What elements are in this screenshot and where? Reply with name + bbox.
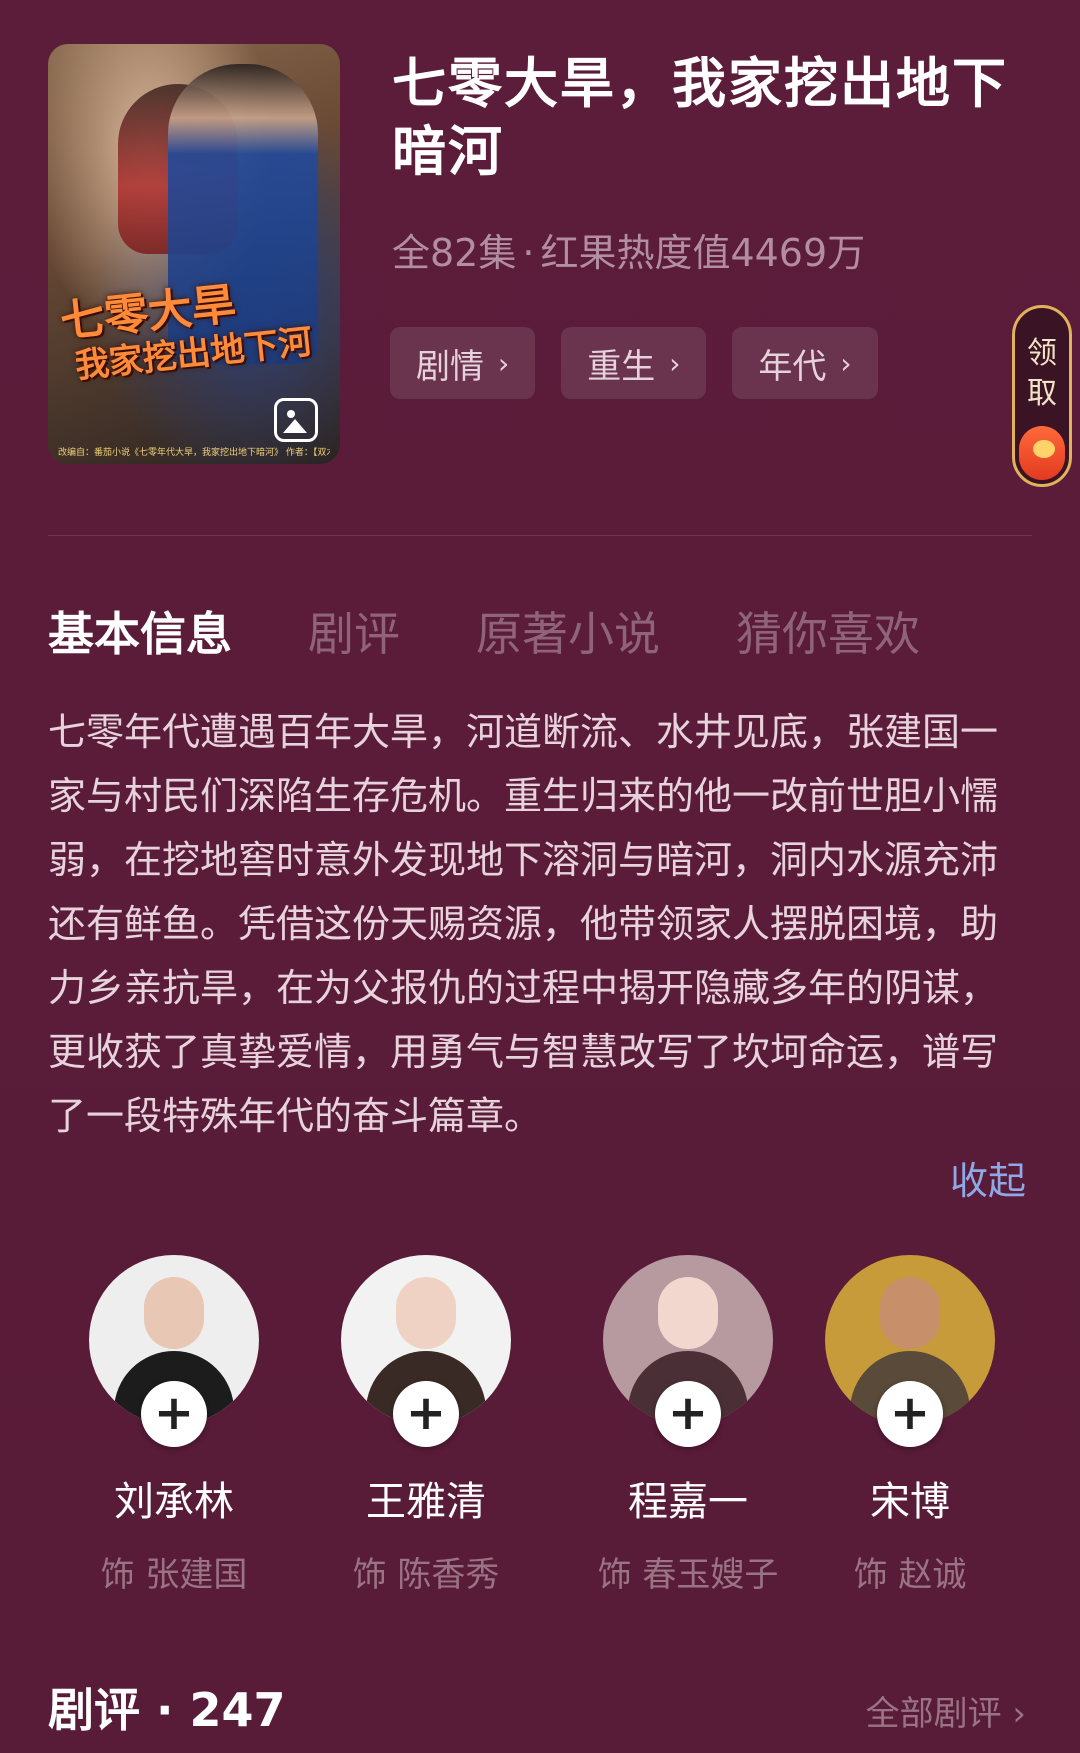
cast-member[interactable]: + 宋博 饰 赵诚	[790, 1255, 1030, 1595]
plus-icon[interactable]: +	[655, 1381, 721, 1447]
reviews-section-title: 剧评 · 247	[48, 1683, 286, 1737]
tab-bar: 基本信息 剧评 原著小说 猜你喜欢	[48, 598, 920, 664]
tab-basic-info[interactable]: 基本信息	[48, 598, 232, 664]
cast-member[interactable]: + 程嘉一 饰 春玉嫂子	[568, 1255, 808, 1595]
cast-name: 刘承林	[114, 1479, 234, 1525]
section-divider	[48, 535, 1032, 536]
chevron-right-icon: ›	[498, 346, 510, 380]
cast-role: 饰 赵诚	[853, 1555, 967, 1595]
claim-reward-label: 领取	[1027, 336, 1057, 411]
cast-member[interactable]: + 王雅清 饰 陈香秀	[306, 1255, 546, 1595]
cast-name: 宋博	[870, 1479, 950, 1525]
cover-title-art: 七零大旱 我家挖出地下河	[57, 278, 315, 387]
episode-count: 全82集	[392, 231, 517, 275]
coin-purse-icon	[1019, 426, 1065, 480]
all-reviews-link[interactable]: 全部剧评 ›	[866, 1686, 1026, 1735]
drama-title: 七零大旱，我家挖出地下暗河	[392, 52, 1008, 183]
tag-label: 剧情	[416, 346, 484, 387]
drama-cover-image[interactable]: 七零大旱 我家挖出地下河 改编自：番茄小说《七零年代大旱，我家挖出地下暗河》 作…	[48, 44, 340, 464]
tag-plot[interactable]: 剧情 ›	[390, 327, 536, 399]
tag-label: 重生	[587, 346, 656, 387]
cast-role: 饰 陈香秀	[352, 1555, 500, 1595]
cast-name: 王雅清	[366, 1479, 486, 1525]
tag-era[interactable]: 年代 ›	[732, 327, 878, 399]
cast-role: 饰 春玉嫂子	[597, 1555, 779, 1595]
chevron-right-icon: ›	[669, 346, 681, 380]
tab-original-novel[interactable]: 原著小说	[476, 598, 660, 664]
tab-reviews[interactable]: 剧评	[308, 598, 400, 664]
plus-icon[interactable]: +	[877, 1381, 943, 1447]
tag-list: 剧情 › 重生 › 年代 ›	[390, 327, 878, 399]
cast-name: 程嘉一	[628, 1479, 748, 1525]
chevron-right-icon: ›	[840, 346, 852, 380]
collapse-link[interactable]: 收起	[950, 1150, 1026, 1205]
plus-icon[interactable]: +	[141, 1381, 207, 1447]
cast-member[interactable]: + 刘承林 饰 张建国	[54, 1255, 294, 1595]
drama-meta: 全82集 · 红果热度值4469万	[392, 222, 865, 277]
claim-reward-button[interactable]: 领取	[1012, 305, 1072, 487]
tag-rebirth[interactable]: 重生 ›	[561, 327, 707, 399]
tab-recommendations[interactable]: 猜你喜欢	[736, 598, 920, 664]
plus-icon[interactable]: +	[393, 1381, 459, 1447]
gallery-icon[interactable]	[274, 398, 318, 442]
cover-credits: 改编自：番茄小说《七零年代大旱，我家挖出地下暗河》 作者：【双木成林】	[58, 448, 330, 458]
tag-label: 年代	[758, 346, 827, 387]
heat-value: 红果热度值4469万	[540, 231, 866, 275]
meta-separator: ·	[522, 231, 535, 275]
cast-list: + 刘承林 饰 张建国 + 王雅清 饰 陈香秀 + 程嘉一 饰 春玉嫂子 + 宋…	[48, 1255, 1032, 1595]
synopsis-text: 七零年代遭遇百年大旱，河道断流、水井见底，张建国一家与村民们深陷生存危机。重生归…	[48, 710, 999, 1138]
cast-role: 饰 张建国	[100, 1555, 248, 1595]
